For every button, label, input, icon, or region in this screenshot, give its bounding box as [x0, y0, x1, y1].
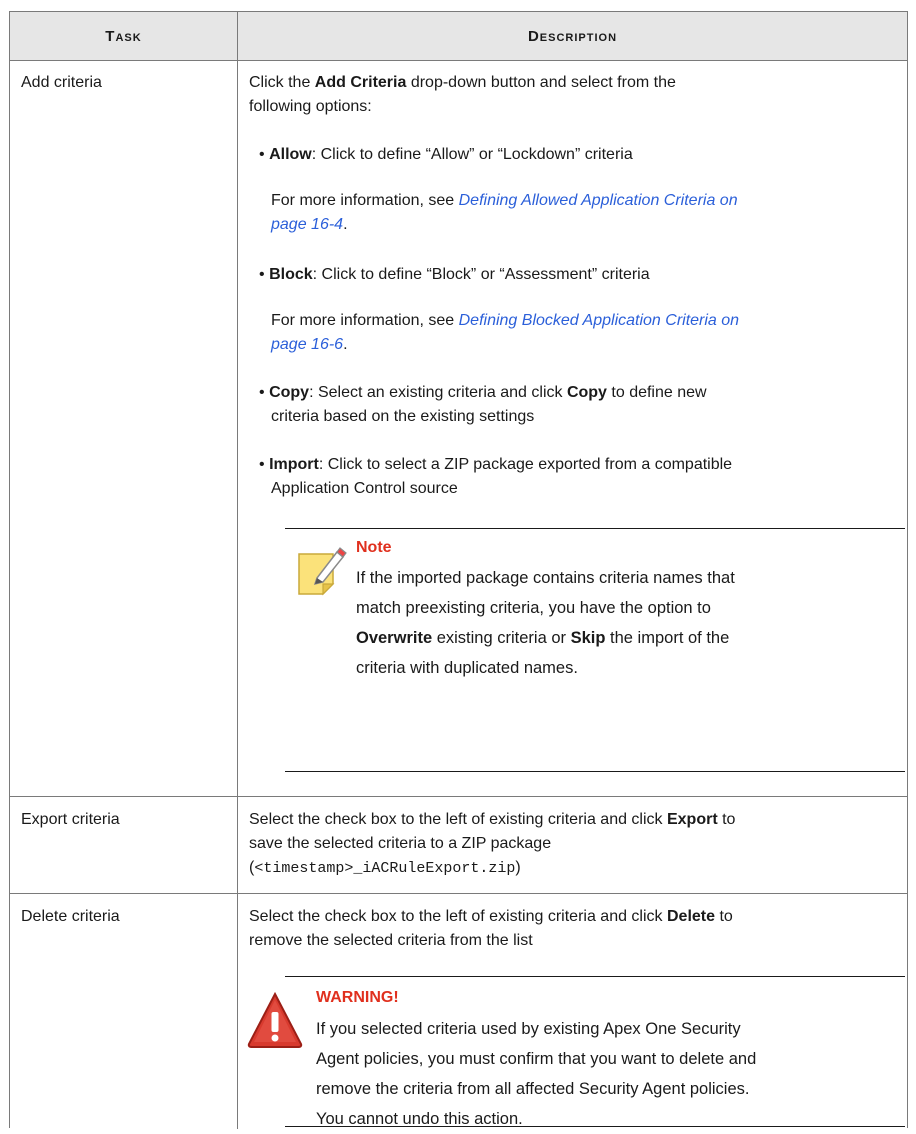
- note-title: Note: [356, 539, 392, 556]
- option-block: • Block: Click to define “Block” or “Ass…: [259, 266, 650, 283]
- table-header: Task Description: [10, 12, 907, 61]
- row-divider: [10, 893, 907, 894]
- block-criteria-link[interactable]: Defining Blocked Application Criteria on: [459, 312, 739, 329]
- row-divider: [10, 796, 907, 797]
- warning-body: If you selected criteria used by existin…: [316, 1020, 757, 1128]
- option-allow: • Allow: Click to define “Allow” or “Loc…: [259, 146, 633, 163]
- warning-top-rule: [285, 976, 905, 977]
- warning-bottom-rule: [285, 1126, 905, 1127]
- allow-criteria-link[interactable]: Defining Allowed Application Criteria on: [459, 192, 738, 209]
- export-criteria-description: Select the check box to the left of exis…: [249, 811, 736, 877]
- warning-title: WARNING!: [316, 989, 399, 1006]
- note-pencil-icon: [293, 540, 349, 596]
- task-add-criteria: Add criteria: [21, 74, 102, 91]
- note-body: If the imported package contains criteri…: [356, 569, 735, 677]
- column-divider: [237, 12, 238, 1129]
- block-criteria-page-link[interactable]: page 16-6: [271, 336, 343, 353]
- allow-criteria-page-link[interactable]: page 16-4: [271, 216, 343, 233]
- warning-triangle-icon: [246, 990, 304, 1050]
- option-import: • Import: Click to select a ZIP package …: [259, 456, 733, 497]
- criteria-task-table: Task Description Add criteria Click the …: [9, 11, 908, 1129]
- task-export-criteria: Export criteria: [21, 811, 120, 828]
- header-task: Task: [105, 27, 142, 45]
- option-copy: • Copy: Select an existing criteria and …: [259, 384, 707, 425]
- add-criteria-intro: Click the Add Criteria drop-down button …: [249, 74, 676, 115]
- delete-criteria-description: Select the check box to the left of exis…: [249, 908, 733, 949]
- allow-more-info: For more information, see Defining Allow…: [271, 192, 738, 233]
- block-more-info: For more information, see Defining Block…: [271, 312, 740, 353]
- task-delete-criteria: Delete criteria: [21, 908, 120, 925]
- note-bottom-rule: [285, 771, 905, 772]
- note-top-rule: [285, 528, 905, 529]
- header-description: Description: [527, 27, 618, 45]
